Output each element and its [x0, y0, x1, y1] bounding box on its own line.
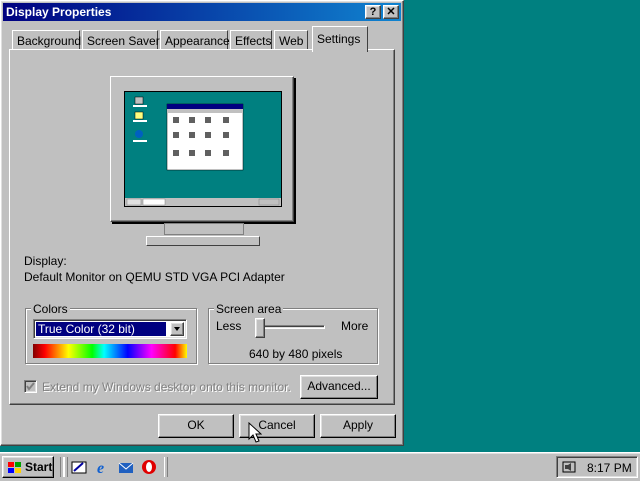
tab-background[interactable]: Background: [12, 30, 81, 50]
color-spectrum-bar: [33, 344, 187, 358]
outlook-express-icon[interactable]: [118, 459, 134, 475]
colors-dropdown[interactable]: True Color (32 bit): [33, 319, 187, 339]
windows-logo-icon: [8, 462, 21, 473]
screen-area-slider-thumb[interactable]: [255, 318, 265, 338]
tab-web[interactable]: Web: [274, 30, 308, 50]
mouse-cursor-icon: [248, 422, 262, 443]
monitor-neck: [164, 223, 244, 235]
system-tray: 8:17 PM: [556, 456, 638, 478]
taskbar: Start e 8:17 PM: [0, 452, 640, 481]
extend-desktop-checkbox[interactable]: [24, 380, 37, 393]
colors-selected-value: True Color (32 bit): [36, 322, 166, 336]
svg-text:e: e: [97, 460, 104, 475]
screen-area-group-label: Screen area: [214, 302, 284, 316]
advanced-button[interactable]: Advanced...: [300, 375, 378, 399]
extend-desktop-label: Extend my Windows desktop onto this moni…: [42, 380, 291, 394]
screen-area-slider-track[interactable]: [255, 325, 325, 329]
volume-icon[interactable]: [561, 459, 577, 475]
ok-button[interactable]: OK: [158, 414, 234, 438]
clock[interactable]: 8:17 PM: [587, 461, 632, 475]
apply-button[interactable]: Apply: [320, 414, 396, 438]
screen-area-value: 640 by 480 pixels: [249, 347, 343, 361]
quick-launch-grip[interactable]: [64, 457, 68, 477]
desktop-preview-image: [125, 96, 281, 206]
screen-area-less-label: Less: [216, 319, 242, 333]
monitor-base: [146, 236, 260, 246]
opera-icon[interactable]: [141, 459, 157, 475]
close-button[interactable]: ✕: [383, 5, 399, 19]
screen-area-more-label: More: [341, 319, 369, 333]
tab-settings[interactable]: Settings: [312, 26, 368, 52]
display-adapter-text: Default Monitor on QEMU STD VGA PCI Adap…: [24, 270, 285, 284]
checkmark-icon: [26, 382, 35, 391]
start-button[interactable]: Start: [2, 456, 54, 478]
help-button[interactable]: ?: [365, 5, 381, 19]
display-label: Display:: [24, 254, 67, 268]
show-desktop-icon[interactable]: [71, 459, 87, 475]
dropdown-arrow-button[interactable]: [170, 322, 184, 336]
window-title: Display Properties: [6, 5, 112, 19]
taskbar-grip[interactable]: [164, 457, 168, 477]
colors-group-label: Colors: [31, 302, 70, 316]
tab-screen-saver[interactable]: Screen Saver: [82, 30, 160, 50]
tab-appearance[interactable]: Appearance: [160, 30, 230, 50]
chevron-down-icon: [174, 327, 180, 331]
internet-explorer-icon[interactable]: e: [95, 459, 111, 475]
tab-effects[interactable]: Effects: [230, 30, 272, 50]
start-label: Start: [25, 460, 53, 474]
title-bar[interactable]: Display Properties ? ✕: [3, 3, 401, 21]
monitor-screen: [124, 91, 282, 207]
